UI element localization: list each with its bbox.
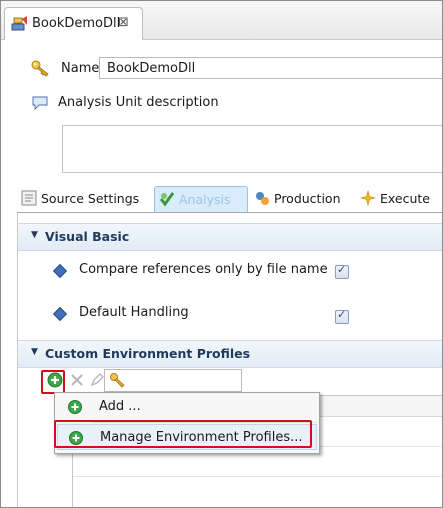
editor-tab-label: BookDemoDll xyxy=(32,16,121,31)
custom-env-toolbar xyxy=(42,369,242,393)
analysis-panel: ▼ Visual Basic Compare references only b… xyxy=(17,213,442,507)
close-icon[interactable]: ⊠ xyxy=(118,15,129,30)
expand-triangle-icon[interactable]: ▼ xyxy=(31,230,38,240)
source-settings-icon xyxy=(21,190,37,206)
compare-references-checkbox[interactable]: ✓ xyxy=(335,263,349,279)
editor-tab-bar: BookDemoDll ⊠ xyxy=(1,1,442,40)
default-handling-checkbox[interactable]: ✓ xyxy=(335,308,349,324)
menu-item-label: Add ... xyxy=(99,399,141,414)
section-title: Visual Basic xyxy=(45,229,130,244)
tab-execute[interactable]: Execute xyxy=(356,186,442,211)
key-icon xyxy=(31,59,51,77)
description-label: Analysis Unit description xyxy=(58,95,219,110)
add-button-highlight xyxy=(41,370,65,394)
key-icon xyxy=(109,371,127,389)
name-field[interactable] xyxy=(99,57,442,79)
tab-label: Production xyxy=(274,191,341,206)
tab-label: Analysis xyxy=(179,192,231,207)
profile-filter-field[interactable] xyxy=(104,369,242,392)
bullet-diamond-icon xyxy=(52,263,68,279)
expand-triangle-icon[interactable]: ▼ xyxy=(31,347,38,357)
tab-label: Execute xyxy=(380,191,430,206)
menu-item-add[interactable]: Add ... xyxy=(57,394,317,420)
analysis-unit-icon xyxy=(11,15,29,32)
delete-icon[interactable] xyxy=(68,371,86,389)
editor-tab-bookdemodll[interactable]: BookDemoDll ⊠ xyxy=(4,7,143,40)
analysis-icon xyxy=(159,191,175,207)
editor-window: BookDemoDll ⊠ Name Analysis Unit descrip… xyxy=(0,0,443,508)
tab-label: Source Settings xyxy=(41,191,140,206)
tab-analysis[interactable]: Analysis xyxy=(154,186,248,212)
name-label: Name xyxy=(61,61,100,76)
tab-production[interactable]: Production xyxy=(250,186,354,211)
comment-icon xyxy=(31,95,49,111)
add-icon xyxy=(67,399,83,415)
bullet-diamond-icon xyxy=(52,306,68,322)
visual-basic-section-header[interactable]: ▼ Visual Basic xyxy=(18,223,442,251)
execute-icon xyxy=(359,189,377,207)
manage-profiles-highlight xyxy=(54,420,312,448)
custom-env-section-header[interactable]: ▼ Custom Environment Profiles xyxy=(18,340,442,368)
description-field[interactable] xyxy=(62,125,442,173)
table-row-divider xyxy=(73,476,442,477)
option-label: Compare references only by file name xyxy=(79,262,328,277)
tab-source-settings[interactable]: Source Settings xyxy=(17,186,153,211)
production-icon xyxy=(254,190,270,206)
option-label: Default Handling xyxy=(79,305,189,320)
section-title: Custom Environment Profiles xyxy=(45,346,251,361)
section-tab-bar: Source Settings Analysis Production Exec… xyxy=(17,184,442,213)
